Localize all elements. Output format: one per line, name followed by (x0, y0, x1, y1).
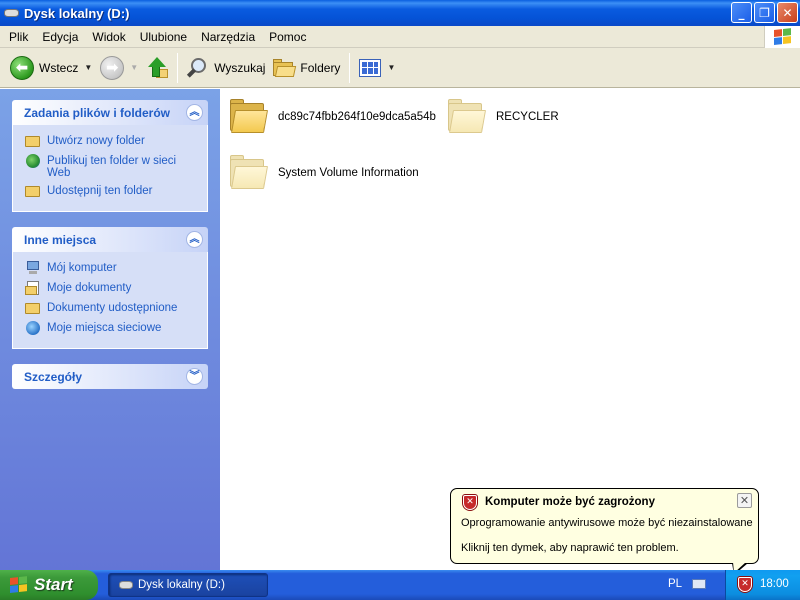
folder-item[interactable]: RECYCLER (447, 98, 559, 136)
toolbar: ⬅ Wstecz ▼ ➡ ▼ Wyszukaj Foldery ▼ (0, 48, 800, 88)
taskbar-window-button[interactable]: Dysk lokalny (D:) (108, 573, 268, 597)
title-bar[interactable]: Dysk lokalny (D:) _ ❐ ✕ (0, 0, 800, 26)
search-button[interactable]: Wyszukaj (183, 52, 269, 84)
security-alert-icon: ✕ (462, 495, 478, 511)
keyboard-icon[interactable] (692, 579, 706, 589)
network-icon (25, 320, 41, 336)
place-my-documents[interactable]: Moje dokumenty (25, 280, 199, 296)
file-tasks-header[interactable]: Zadania plików i folderów ︽ (12, 100, 208, 125)
shared-folder-icon (25, 300, 41, 316)
views-dropdown-icon[interactable]: ▼ (387, 63, 395, 72)
other-places-panel: Inne miejsca ︽ Mój komputer Moje dokumen… (12, 227, 208, 349)
documents-icon (25, 280, 41, 296)
file-tasks-panel: Zadania plików i folderów ︽ Utwórz nowy … (12, 100, 208, 212)
task-new-folder[interactable]: Utwórz nowy folder (25, 133, 199, 149)
minimize-button[interactable]: _ (731, 2, 752, 23)
balloon-close-button[interactable]: ✕ (737, 493, 752, 508)
up-button[interactable] (142, 52, 172, 84)
close-button[interactable]: ✕ (777, 2, 798, 23)
folders-button[interactable]: Foldery (269, 52, 344, 84)
other-places-header[interactable]: Inne miejsca ︽ (12, 227, 208, 252)
task-pane: Zadania plików i folderów ︽ Utwórz nowy … (0, 89, 220, 570)
folder-name: System Volume Information (278, 167, 419, 179)
task-label: Publikuj ten folder w sieci Web (47, 155, 177, 179)
toolbar-separator (177, 52, 179, 83)
other-places-body: Mój komputer Moje dokumenty Dokumenty ud… (12, 252, 208, 349)
folders-label: Foldery (300, 60, 341, 75)
folder-name: RECYCLER (496, 111, 559, 123)
task-label: Utwórz nowy folder (47, 135, 145, 147)
forward-arrow-icon: ➡ (100, 55, 125, 80)
collapse-icon[interactable]: ︽ (186, 231, 203, 248)
views-button[interactable]: ▼ (355, 52, 399, 84)
place-my-computer[interactable]: Mój komputer (25, 260, 199, 276)
window-title: Dysk lokalny (D:) (24, 5, 130, 21)
folders-icon (273, 58, 297, 77)
views-icon (359, 58, 382, 77)
toolbar-separator (349, 52, 351, 83)
hidden-folder-icon (447, 98, 487, 136)
menu-help[interactable]: Pomoc (262, 30, 313, 44)
balloon-title: Komputer może być zagrożony (485, 496, 655, 508)
search-icon (187, 57, 209, 79)
file-tasks-title: Zadania plików i folderów (24, 105, 171, 120)
security-balloon[interactable]: ✕ Komputer może być zagrożony ✕ Oprogram… (450, 488, 759, 575)
other-places-title: Inne miejsca (24, 232, 97, 247)
details-header[interactable]: Szczegóły ︾ (12, 364, 208, 389)
menu-edit[interactable]: Edycja (35, 30, 85, 44)
menu-bar: Plik Edycja Widok Ulubione Narzędzia Pom… (0, 26, 800, 48)
expand-icon[interactable]: ︾ (186, 368, 203, 385)
folder-icon (229, 98, 269, 136)
drive-icon (4, 8, 20, 18)
start-label: Start (34, 575, 73, 594)
taskbar-window-label: Dysk lokalny (D:) (138, 579, 225, 591)
start-button[interactable]: Start (0, 570, 98, 600)
place-label: Dokumenty udostępnione (47, 302, 178, 314)
place-label: Mój komputer (47, 262, 117, 274)
windows-logo-icon (764, 26, 800, 48)
drive-icon (119, 581, 133, 589)
place-label: Moje dokumenty (47, 282, 132, 294)
place-shared-documents[interactable]: Dokumenty udostępnione (25, 300, 199, 316)
back-button[interactable]: ⬅ Wstecz ▼ (6, 52, 96, 84)
task-share-folder[interactable]: Udostępnij ten folder (25, 183, 199, 199)
back-arrow-icon: ⬅ (10, 55, 34, 80)
folder-item[interactable]: dc89c74fbb264f10e9dca5a54b (229, 98, 436, 136)
computer-icon (25, 260, 41, 276)
forward-button[interactable]: ➡ ▼ (96, 52, 142, 84)
place-label: Moje miejsca sieciowe (47, 322, 162, 334)
menu-view[interactable]: Widok (85, 30, 132, 44)
folder-name: dc89c74fbb264f10e9dca5a54b (278, 111, 436, 123)
new-folder-icon (25, 133, 41, 149)
publish-web-icon (25, 153, 41, 169)
window-controls: _ ❐ ✕ (731, 2, 798, 23)
taskbar: Start Dysk lokalny (D:) PL ✕ 18:00 (0, 570, 800, 600)
menu-file[interactable]: Plik (2, 30, 35, 44)
windows-logo-icon (10, 576, 28, 594)
system-tray: ✕ 18:00 (725, 570, 800, 600)
maximize-button[interactable]: ❐ (754, 2, 775, 23)
details-title: Szczegóły (24, 369, 83, 384)
forward-dropdown-icon[interactable]: ▼ (130, 63, 138, 72)
task-publish-web[interactable]: Publikuj ten folder w sieci Web (25, 153, 199, 179)
menu-favorites[interactable]: Ulubione (133, 30, 194, 44)
hidden-folder-icon (229, 154, 269, 192)
task-label: Udostępnij ten folder (47, 185, 153, 197)
file-tasks-body: Utwórz nowy folder Publikuj ten folder w… (12, 125, 208, 212)
share-folder-icon (25, 183, 41, 199)
security-alert-icon[interactable]: ✕ (737, 577, 753, 593)
search-label: Wyszukaj (214, 60, 266, 75)
details-panel: Szczegóły ︾ (12, 364, 208, 389)
back-dropdown-icon[interactable]: ▼ (84, 63, 92, 72)
folder-item[interactable]: System Volume Information (229, 154, 419, 192)
up-folder-icon (146, 56, 169, 79)
place-network-places[interactable]: Moje miejsca sieciowe (25, 320, 199, 336)
menu-tools[interactable]: Narzędzia (194, 30, 262, 44)
balloon-hint: Kliknij ten dymek, aby naprawić ten prob… (461, 542, 679, 554)
collapse-icon[interactable]: ︽ (186, 104, 203, 121)
balloon-message: Oprogramowanie antywirusowe może być nie… (461, 517, 753, 529)
clock[interactable]: 18:00 (760, 578, 789, 590)
language-indicator[interactable]: PL (668, 578, 682, 590)
back-label: Wstecz (39, 60, 79, 75)
